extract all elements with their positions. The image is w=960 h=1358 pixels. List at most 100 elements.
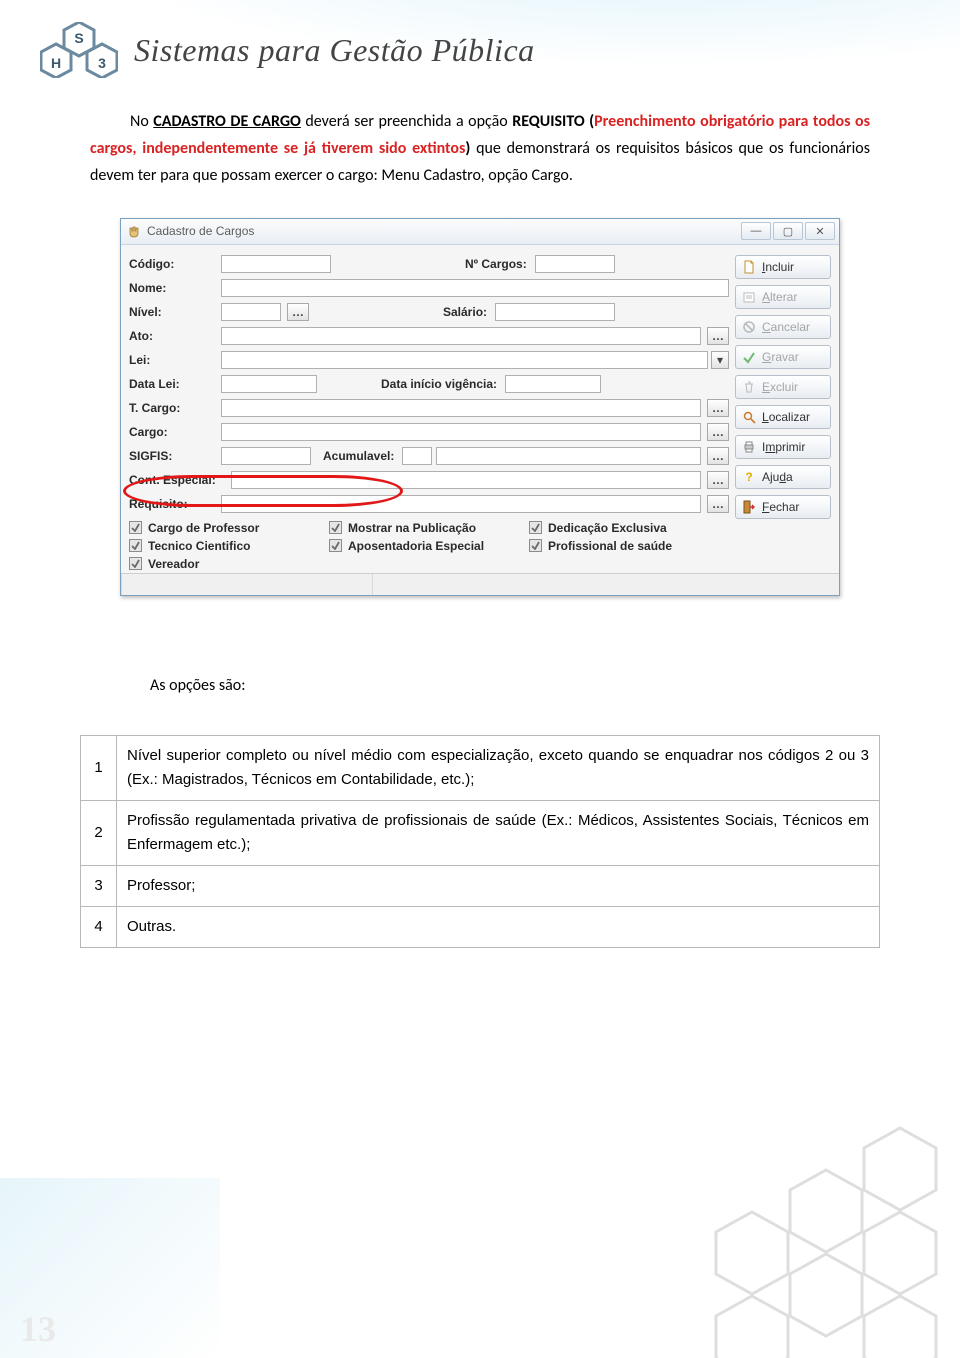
input-sigfis[interactable] — [221, 447, 311, 465]
fechar-button[interactable]: Fechar — [735, 495, 831, 519]
label-salario: Salário: — [443, 305, 487, 319]
p-bold-underline: CADASTRO DE CARGO — [153, 112, 301, 131]
lookup-cont-especial-button[interactable]: … — [707, 471, 729, 489]
print-icon — [742, 440, 756, 454]
intro-paragraph: No CADASTRO DE CARGO deverá ser preenchi… — [90, 108, 870, 190]
checkbox-dedicacao-exclusiva[interactable]: Dedicação Exclusiva — [529, 521, 729, 535]
input-salario[interactable] — [495, 303, 615, 321]
excluir-button[interactable]: Excluir — [735, 375, 831, 399]
btn-label: ncluir — [765, 260, 794, 274]
cancel-icon — [742, 320, 756, 334]
options-table: 1 Nível superior completo ou nível médio… — [80, 735, 880, 948]
input-cargo[interactable] — [221, 423, 701, 441]
checkbox-label: Profissional de saúde — [548, 539, 672, 553]
lookup-ato-button[interactable]: … — [707, 327, 729, 345]
input-lei[interactable] — [221, 351, 708, 369]
label-requisito: Requisito: — [129, 497, 217, 511]
window-maximize-button[interactable]: ▢ — [773, 222, 803, 240]
option-text: Profissão regulamentada privativa de pro… — [117, 800, 880, 865]
label-t-cargo: T. Cargo: — [129, 401, 217, 415]
input-acumulavel-desc[interactable] — [436, 447, 701, 465]
checkbox-aposentadoria-especial[interactable]: Aposentadoria Especial — [329, 539, 529, 553]
svg-text:S: S — [74, 30, 83, 46]
checkbox-profissional-saude[interactable]: Profissional de saúde — [529, 539, 729, 553]
checkbox-label: Mostrar na Publicação — [348, 521, 476, 535]
brand-logo-icon: S H 3 — [40, 22, 118, 78]
option-text: Outras. — [117, 906, 880, 947]
checkbox-label: Vereador — [148, 557, 199, 571]
label-data-inicio: Data início vigência: — [381, 377, 497, 391]
btn-label: xcluir — [770, 380, 798, 394]
checkbox-cargo-professor[interactable]: Cargo de Professor — [129, 521, 329, 535]
input-codigo[interactable] — [221, 255, 331, 273]
door-exit-icon — [742, 500, 756, 514]
svg-text:H: H — [51, 55, 61, 71]
btn-label: lterar — [770, 290, 797, 304]
input-data-inicio[interactable] — [505, 375, 601, 393]
checkbox-label: Aposentadoria Especial — [348, 539, 484, 553]
cancelar-button[interactable]: Cancelar — [735, 315, 831, 339]
input-nome[interactable] — [221, 279, 729, 297]
save-check-icon — [742, 350, 756, 364]
checkbox-label: Dedicação Exclusiva — [548, 521, 667, 535]
svg-text:?: ? — [745, 470, 752, 484]
lookup-tcargo-button[interactable]: … — [707, 399, 729, 417]
incluir-button[interactable]: Incluir — [735, 255, 831, 279]
input-cont-especial[interactable] — [231, 471, 701, 489]
option-number: 3 — [81, 865, 117, 906]
checkbox-label: Cargo de Professor — [148, 521, 259, 535]
label-data-lei: Data Lei: — [129, 377, 217, 391]
dropdown-lei-button[interactable]: ▾ — [711, 351, 729, 369]
btn-label: ocalizar — [769, 410, 810, 424]
window-app-icon — [127, 224, 141, 238]
svg-text:3: 3 — [98, 55, 106, 71]
hex-pattern-bg — [640, 1118, 960, 1358]
input-n-cargos[interactable] — [535, 255, 615, 273]
p-text: deverá ser preenchida a opção — [301, 112, 512, 131]
page-number: 13 — [20, 1308, 56, 1350]
input-acumulavel[interactable] — [402, 447, 432, 465]
window-minimize-button[interactable]: — — [741, 222, 771, 240]
input-nivel[interactable] — [221, 303, 281, 321]
checkbox-label: Tecnico Cientifico — [148, 539, 250, 553]
table-row: 2 Profissão regulamentada privativa de p… — [81, 800, 880, 865]
label-sigfis: SIGFIS: — [129, 449, 217, 463]
lookup-nivel-button[interactable]: … — [287, 303, 309, 321]
btn-label: a — [786, 470, 793, 484]
table-row: 4 Outras. — [81, 906, 880, 947]
btn-label: primir — [775, 440, 805, 454]
brand-title: Sistemas para Gestão Pública — [134, 32, 535, 69]
window-close-button[interactable]: ✕ — [805, 222, 835, 240]
edit-icon — [742, 290, 756, 304]
btn-label: ravar — [771, 350, 798, 364]
checkbox-mostrar-publicacao[interactable]: Mostrar na Publicação — [329, 521, 529, 535]
option-text: Nível superior completo ou nível médio c… — [117, 735, 880, 800]
localizar-button[interactable]: Localizar — [735, 405, 831, 429]
window-title: Cadastro de Cargos — [147, 224, 254, 238]
option-number: 2 — [81, 800, 117, 865]
lookup-requisito-button[interactable]: … — [707, 495, 729, 513]
option-number: 1 — [81, 735, 117, 800]
label-cont-especial: Cont. Especial: — [129, 473, 227, 487]
lookup-acumulavel-button[interactable]: … — [707, 447, 729, 465]
gravar-button[interactable]: Gravar — [735, 345, 831, 369]
input-requisito[interactable] — [221, 495, 701, 513]
input-data-lei[interactable] — [221, 375, 317, 393]
checkbox-tecnico-cientifico[interactable]: Tecnico Cientifico — [129, 539, 329, 553]
option-text: Professor; — [117, 865, 880, 906]
help-icon: ? — [742, 470, 756, 484]
label-ato: Ato: — [129, 329, 217, 343]
imprimir-button[interactable]: Imprimir — [735, 435, 831, 459]
window-titlebar: Cadastro de Cargos — ▢ ✕ — [121, 219, 839, 245]
input-ato[interactable] — [221, 327, 701, 345]
checkbox-vereador[interactable]: Vereador — [129, 557, 329, 571]
option-number: 4 — [81, 906, 117, 947]
label-codigo: Código: — [129, 257, 217, 271]
ajuda-button[interactable]: ? Ajuda — [735, 465, 831, 489]
search-icon — [742, 410, 756, 424]
lookup-cargo-button[interactable]: … — [707, 423, 729, 441]
p-text: No — [130, 112, 153, 131]
alterar-button[interactable]: Alterar — [735, 285, 831, 309]
label-n-cargos: Nº Cargos: — [465, 257, 527, 271]
input-t-cargo[interactable] — [221, 399, 701, 417]
